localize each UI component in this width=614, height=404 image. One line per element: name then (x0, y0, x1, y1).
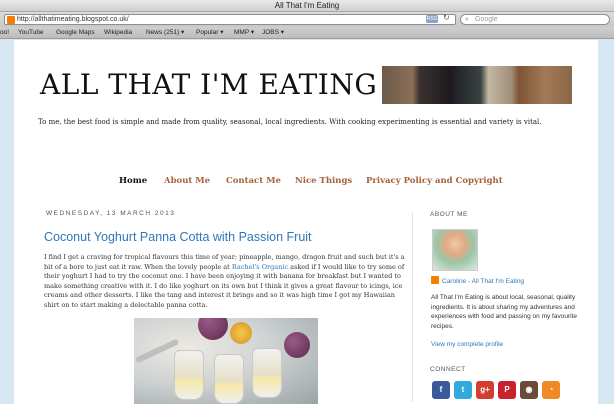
blog-title[interactable]: ALL THAT I'M EATING (40, 68, 377, 101)
avatar[interactable] (432, 229, 478, 271)
address-bar[interactable]: http://allthatimeating.blogspot.co.uk/ (4, 14, 456, 25)
bookmark-google-maps[interactable]: Google Maps (56, 27, 95, 39)
panna-cotta-glass (252, 348, 282, 398)
twitter-icon[interactable]: t (454, 381, 472, 399)
spoon (134, 338, 180, 364)
address-bar-url: http://allthatimeating.blogspot.co.uk/ (17, 16, 129, 23)
connect-heading: CONNECT (430, 366, 466, 373)
panna-cotta-photo (134, 318, 318, 404)
nav-about-me[interactable]: About Me (164, 176, 210, 186)
nav-privacy-policy[interactable]: Privacy Policy and Copyright (366, 176, 503, 186)
google-plus-icon[interactable]: g+ (476, 381, 494, 399)
reload-icon[interactable]: ↻ (443, 13, 450, 22)
nav-contact-me[interactable]: Contact Me (226, 176, 281, 186)
instagram-icon[interactable]: ◉ (520, 381, 538, 399)
blogger-icon (431, 276, 439, 284)
blogger-favicon-icon (7, 16, 15, 24)
passion-fruit-pulp (230, 322, 252, 344)
bookmarks-bar: oo! YouTube Google Maps Wikipedia News (… (0, 27, 614, 39)
toolbar: http://allthatimeating.blogspot.co.uk/ R… (0, 12, 614, 27)
header-food-photos (382, 66, 572, 104)
profile-name[interactable]: Caroline - All That I'm Eating (442, 278, 524, 285)
post-date: WEDNESDAY, 13 MARCH 2013 (46, 210, 176, 217)
post-title[interactable]: Coconut Yoghurt Panna Cotta with Passion… (44, 230, 312, 244)
pinterest-icon[interactable]: P (498, 381, 516, 399)
passion-fruit (284, 332, 310, 358)
panna-cotta-glass (214, 354, 244, 404)
search-placeholder: Google (475, 16, 498, 23)
bookmark-jobs[interactable]: JOBS ▾ (262, 27, 284, 39)
rss-icon[interactable]: ◔ (542, 381, 560, 399)
view-profile-link[interactable]: View my complete profile (431, 341, 503, 348)
nav-nice-things[interactable]: Nice Things (295, 176, 352, 186)
window-title: All That I'm Eating (0, 0, 614, 12)
nav-home[interactable]: Home (119, 176, 147, 186)
about-me-heading: ABOUT ME (430, 211, 468, 218)
panna-cotta-glass (174, 350, 204, 400)
profile-name-row[interactable]: Caroline - All That I'm Eating (431, 276, 524, 285)
post-body: I find I get a craving for tropical flav… (44, 253, 406, 311)
bookmark-mmp[interactable]: MMP ▾ (234, 27, 254, 39)
about-me-text: All That I'm Eating is about local, seas… (431, 294, 577, 330)
search-icon: ⌕ (465, 16, 469, 23)
bookmark-popular[interactable]: Popular ▾ (196, 27, 223, 39)
search-input[interactable]: ⌕ Google (460, 14, 610, 25)
rss-badge-icon[interactable]: RSS (426, 15, 438, 23)
bookmark-news[interactable]: News (251) ▾ (146, 27, 184, 39)
column-divider (412, 212, 413, 402)
blog-tagline: To me, the best food is simple and made … (38, 118, 542, 126)
passion-fruit (198, 318, 228, 340)
rachels-organic-link[interactable]: Rachel's Organic (232, 263, 288, 271)
bookmark-yahoo[interactable]: oo! (0, 27, 9, 39)
blog-page: ALL THAT I'M EATING To me, the best food… (14, 40, 598, 404)
facebook-icon[interactable]: f (432, 381, 450, 399)
bookmark-wikipedia[interactable]: Wikipedia (104, 27, 132, 39)
bookmark-youtube[interactable]: YouTube (18, 27, 44, 39)
